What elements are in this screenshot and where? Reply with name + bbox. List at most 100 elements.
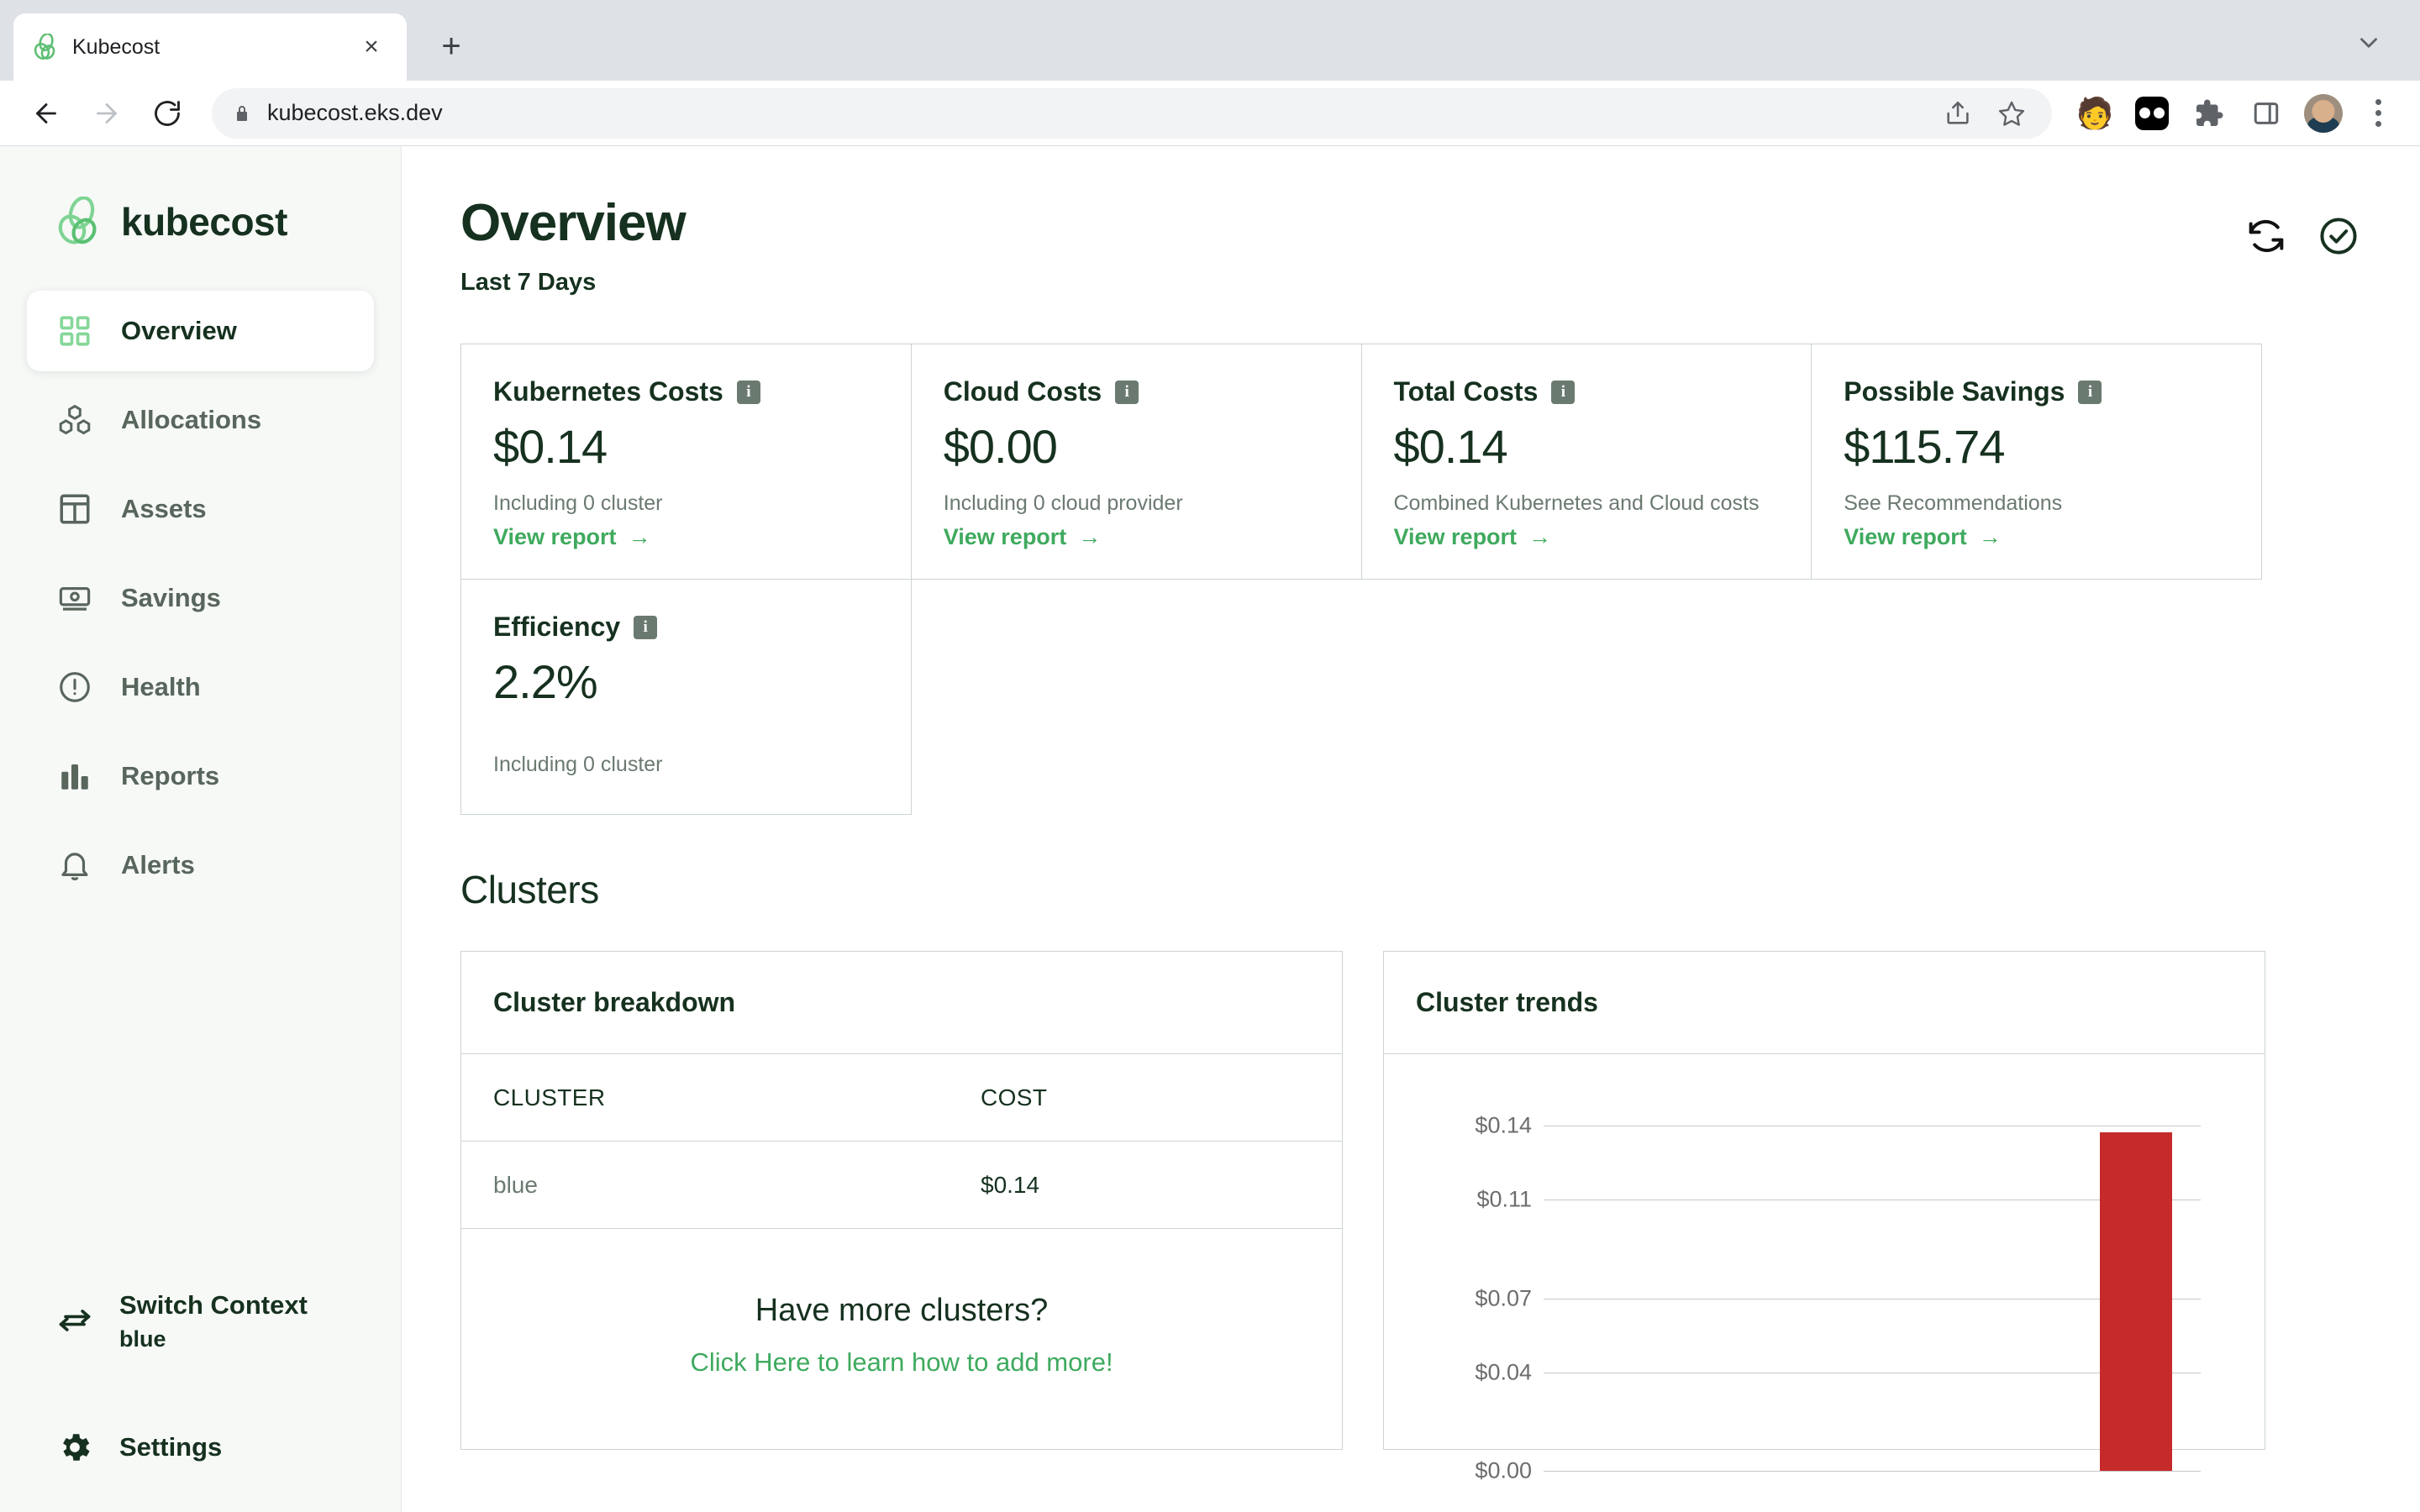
metric-card-note: See Recommendations [1844,491,2063,516]
page-content: kubecost Overview Allocations Assets Sav… [0,146,2420,1512]
metric-grid-filler [1812,580,2262,815]
metric-card-value: $115.74 [1844,420,2005,474]
column-header-cluster: CLUSTER [493,1084,606,1110]
side-panel-icon[interactable] [2240,87,2292,139]
sidebar-item-reports[interactable]: Reports [27,736,374,816]
chevron-down-icon[interactable] [2339,13,2398,72]
view-report-link[interactable]: View report → [493,524,651,550]
switch-context-button[interactable]: Switch Context blue [27,1289,374,1356]
new-tab-button[interactable]: + [429,24,474,69]
metric-card-total-costs[interactable]: Total Costs i $0.14 Combined Kubernetes … [1361,344,1812,580]
metric-grid-filler [1362,580,1812,815]
info-icon[interactable]: i [634,615,658,639]
kebab-menu-icon[interactable] [2354,90,2402,137]
cluster-breakdown-header: Cluster breakdown [461,952,1342,1055]
avatar[interactable] [2297,87,2349,139]
profile-emoji-extension-icon[interactable]: 🧑 [2069,87,2121,139]
page-header-text: Overview Last 7 Days [460,194,2244,297]
metric-card-value: $0.14 [493,420,608,474]
app-logo[interactable]: kubecost [0,146,401,247]
cluster-trends-chart[interactable]: $0.14 $0.11 $0.07 $0.04 $0.00 [1384,1054,2265,1483]
browser-tab-strip: Kubecost × + [0,0,2420,81]
chart-bar[interactable] [2100,1131,2172,1472]
metric-card-value: $0.14 [1393,420,1508,474]
forward-icon[interactable] [79,86,134,141]
clusters-section-title: Clusters [460,868,599,912]
sidebar-item-label: Assets [121,494,207,523]
cluster-breakdown-panel: Cluster breakdown CLUSTER COST blue $0.1… [460,951,1343,1451]
bell-icon [55,846,94,885]
address-bar-url: kubecost.eks.dev [267,100,443,125]
metric-card-header: Possible Savings i [1844,376,2229,407]
gear-icon [55,1428,94,1467]
kubecost-leaf-icon [55,196,103,247]
avatar-image [2304,93,2343,133]
chart-y-axis-tick: $0.11 [1476,1186,1532,1212]
sidebar-item-assets[interactable]: Assets [27,469,374,549]
sidebar-item-allocations[interactable]: Allocations [27,380,374,460]
clusters-grid: Cluster breakdown CLUSTER COST blue $0.1… [460,951,2361,1483]
metric-card-efficiency[interactable]: Efficiency i 2.2% Including 0 cluster [461,580,912,816]
chart-plot-area: $0.14 $0.11 $0.07 $0.04 $0.00 [1418,1088,2231,1483]
back-icon[interactable] [18,86,74,141]
view-report-link[interactable]: View report → [1394,524,1552,550]
metric-card-footer: Including 0 cluster View report → [493,491,879,550]
share-icon[interactable] [1933,88,1983,139]
star-icon[interactable] [1986,88,2037,139]
reload-icon[interactable] [139,86,195,141]
add-clusters-link[interactable]: Click Here to learn how to add more! [690,1347,1113,1377]
metric-card-title: Kubernetes Costs [493,376,723,407]
panel-title: Cluster breakdown [493,987,736,1018]
metric-card-footer: Including 0 cloud provider View report → [944,491,1329,550]
info-icon[interactable]: i [736,380,760,404]
sidebar-item-alerts[interactable]: Alerts [27,825,374,906]
puzzle-icon[interactable] [2183,87,2235,139]
info-icon[interactable]: i [1551,380,1576,404]
chart-gridline [1544,1471,2201,1473]
sidebar-item-settings[interactable]: Settings [27,1428,374,1467]
sidebar-item-label: Allocations [121,405,262,434]
metric-card-header: Kubernetes Costs i [493,376,879,407]
view-report-label: View report [1393,524,1518,550]
page-title: Overview [460,194,687,252]
info-icon[interactable]: i [1115,380,1139,404]
chart-y-axis-tick: $0.14 [1475,1112,1532,1138]
metric-card-kubernetes-costs[interactable]: Kubernetes Costs i $0.14 Including 0 clu… [461,344,912,580]
kubecost-leaf-icon [32,34,59,60]
check-circle-icon[interactable] [2316,213,2361,259]
main-content: Overview Last 7 Days Kubernetes Costs i … [402,146,2420,1512]
metric-card-possible-savings[interactable]: Possible Savings i $115.74 See Recommend… [1812,344,2262,580]
metric-card-note: Combined Kubernetes and Cloud costs [1393,491,1760,516]
metric-card-note: Including 0 cluster [493,753,663,777]
column-header-cost: COST [981,1084,1048,1110]
metric-grid-filler [912,580,1362,815]
view-report-link[interactable]: View report → [944,524,1102,550]
page-header-actions [2244,195,2361,259]
browser-toolbar: kubecost.eks.dev 🧑 [0,81,2420,146]
promo-title: Have more clusters? [755,1293,1049,1329]
page-subtitle: Last 7 Days [460,269,597,297]
browser-tab[interactable]: Kubecost × [13,13,407,81]
sidebar-item-overview[interactable]: Overview [27,291,374,371]
view-report-link[interactable]: View report → [1844,524,2002,550]
metric-card-cloud-costs[interactable]: Cloud Costs i $0.00 Including 0 cloud pr… [911,344,1362,580]
sidebar-item-label: Health [121,672,201,701]
sidebar-nav: Overview Allocations Assets Savings Heal… [0,291,401,914]
table-header-row: CLUSTER COST [461,1054,1342,1142]
dots-extension-icon[interactable] [2126,87,2178,139]
arrow-right-icon: → [1078,524,1102,550]
chart-y-axis-tick: $0.07 [1475,1285,1532,1311]
omnibox-actions [1933,88,2037,139]
table-row[interactable]: blue $0.14 [461,1142,1342,1230]
metric-card-note: Including 0 cloud provider [943,491,1183,516]
sidebar-item-health[interactable]: Health [27,647,374,727]
info-icon[interactable]: i [2078,380,2102,404]
close-icon[interactable]: × [355,30,388,64]
sidebar-item-savings[interactable]: Savings [27,558,374,638]
metric-card-footer: Including 0 cluster [493,753,879,785]
metric-card-title: Possible Savings [1844,376,2065,407]
switch-context-label: Switch Context [119,1289,308,1320]
address-bar[interactable]: kubecost.eks.dev [212,87,2052,139]
refresh-icon[interactable] [2244,213,2289,259]
nodes-icon [55,401,94,439]
